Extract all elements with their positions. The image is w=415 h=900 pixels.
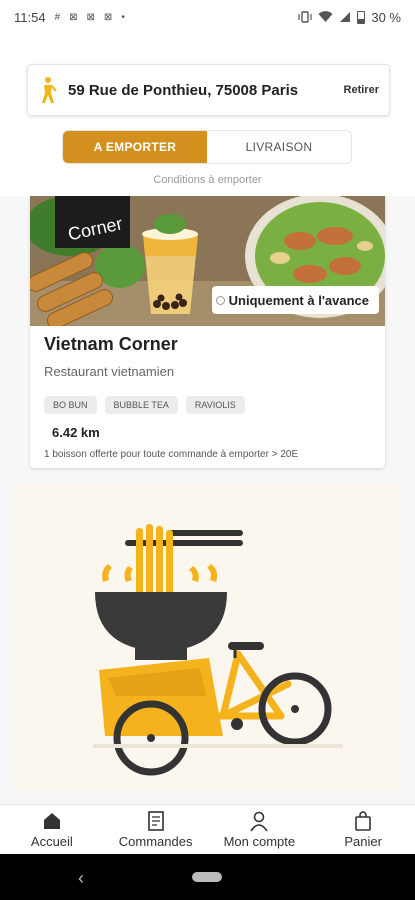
nav-commandes[interactable]: Commandes (104, 805, 208, 854)
restaurant-type: Restaurant vietnamien (44, 364, 175, 379)
home-pill-icon[interactable] (192, 872, 222, 882)
restaurant-list[interactable]: Corner Uniquement à l'avance Vietnam Cor… (0, 196, 415, 804)
nav-accueil[interactable]: Accueil (0, 805, 104, 854)
bottom-nav: Accueil Commandes Mon compte Panier (0, 804, 415, 854)
nav-label: Mon compte (223, 834, 296, 849)
restaurant-distance: 6.42 km (52, 425, 100, 440)
user-icon (250, 811, 269, 832)
retirer-button[interactable]: Retirer (344, 84, 379, 96)
address-bar[interactable]: 59 Rue de Ponthieu, 75008 Paris Retirer (27, 64, 390, 116)
tab-livraison[interactable]: LIVRAISON (207, 131, 351, 163)
back-icon[interactable]: ‹ (78, 868, 84, 889)
advance-order-text: Uniquement à l'avance (228, 292, 369, 308)
bag-icon (355, 811, 371, 831)
delivery-illustration (13, 484, 402, 790)
address-text: 59 Rue de Ponthieu, 75008 Paris (68, 81, 299, 99)
order-mode-toggle: A EMPORTER LIVRAISON (62, 130, 352, 164)
pedestrian-pin-icon (42, 77, 57, 103)
signal-icon (340, 12, 351, 22)
tag: RAVIOLIS (185, 396, 245, 414)
clock-icon (215, 295, 225, 305)
restaurant-card[interactable]: Corner Uniquement à l'avance Vietnam Cor… (30, 196, 385, 468)
restaurant-offer: 1 boisson offerte pour toute commande à … (44, 449, 299, 460)
battery-icon (357, 10, 366, 24)
tag: BO BUN (44, 396, 97, 414)
receipt-icon (147, 811, 164, 831)
nav-mon-compte[interactable]: Mon compte (208, 805, 312, 854)
notification-icon: ⊠ (86, 11, 95, 23)
tab-a-emporter[interactable]: A EMPORTER (63, 131, 207, 163)
system-nav-bar: ‹ (0, 854, 415, 900)
restaurant-name: Vietnam Corner (44, 334, 178, 354)
notification-icon: ⊠ (69, 11, 78, 23)
notification-icon: # (54, 11, 61, 23)
nav-panier[interactable]: Panier (311, 805, 415, 854)
nav-label: Commandes (118, 834, 193, 849)
vibrate-icon (298, 11, 312, 23)
status-bar: 11:54 # ⊠ ⊠ ⊠ • 30 % (0, 0, 415, 34)
conditions-link[interactable]: Conditions à emporter (0, 174, 415, 186)
tag: BUBBLE TEA (104, 396, 178, 414)
advance-order-badge: Uniquement à l'avance (211, 286, 379, 314)
notification-icon: • (121, 11, 125, 23)
nav-label: Panier (344, 834, 382, 849)
notification-icon: ⊠ (103, 11, 113, 23)
tag-list: BO BUN BUBBLE TEA RAVIOLIS (44, 396, 245, 414)
status-time: 11:54 (14, 9, 46, 25)
restaurant-photo: Corner Uniquement à l'avance (30, 196, 385, 326)
nav-label: Accueil (30, 834, 73, 849)
battery-percent: 30 % (371, 9, 401, 25)
home-icon (43, 813, 60, 829)
wifi-icon (318, 11, 333, 22)
